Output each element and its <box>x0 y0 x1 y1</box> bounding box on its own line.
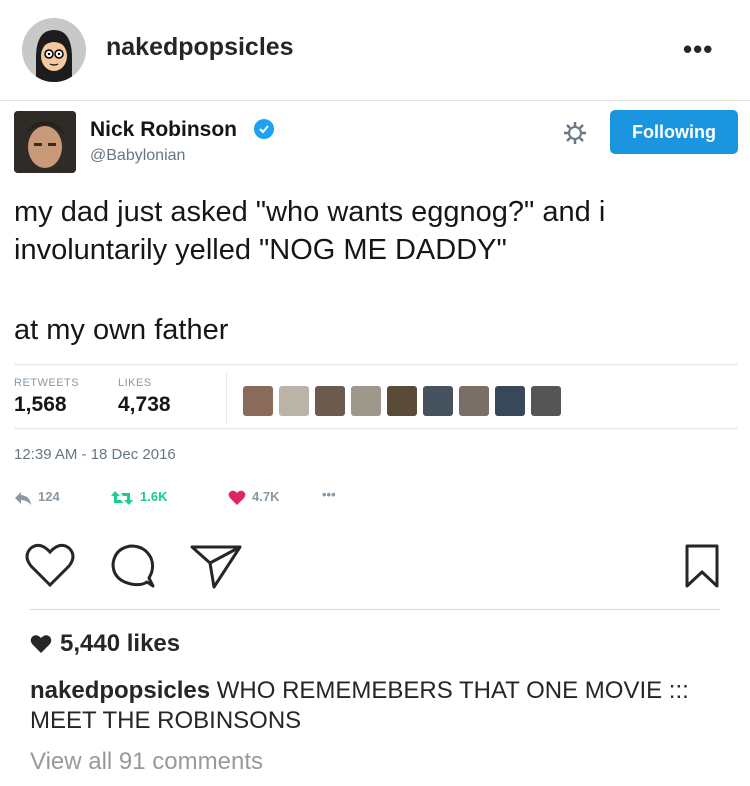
liker-avatar <box>351 386 381 416</box>
bookmark-icon[interactable] <box>684 544 720 593</box>
likes-value: 4,738 <box>118 393 171 416</box>
gear-icon <box>563 121 587 150</box>
retweets-value: 1,568 <box>14 393 67 416</box>
liker-avatar <box>243 386 273 416</box>
likes-stat: LIKES 4,738 <box>118 377 171 417</box>
tweet-timestamp: 12:39 AM - 18 Dec 2016 <box>14 446 176 463</box>
more-icon: ••• <box>322 487 336 502</box>
caption-username[interactable]: nakedpopsicles <box>30 677 210 704</box>
view-all-comments-link[interactable]: View all 91 comments <box>30 748 263 776</box>
retweets-stat: RETWEETS 1,568 <box>14 377 79 417</box>
post-username[interactable]: nakedpopsicles <box>106 33 294 62</box>
divider <box>14 428 738 429</box>
liker-avatar <box>423 386 453 416</box>
post-caption: nakedpopsicles WHO REMEMEBERS THAT ONE M… <box>30 676 720 736</box>
tweet-image: Nick Robinson @Babylonian Following my d… <box>0 100 750 519</box>
reply-icon <box>15 491 31 505</box>
likes-count[interactable]: 5,440 likes <box>30 630 180 658</box>
divider <box>14 364 738 365</box>
like-heart-icon[interactable] <box>25 542 75 593</box>
divider <box>226 373 227 423</box>
liker-avatar <box>495 386 525 416</box>
post-action-bar <box>0 520 750 610</box>
retweets-label: RETWEETS <box>14 377 80 389</box>
liker-avatar <box>315 386 345 416</box>
tweet-text: my dad just asked "who wants eggnog?" an… <box>14 196 606 266</box>
tweet-author-handle: @Babylonian <box>90 147 186 164</box>
tweet-author-avatar <box>14 111 76 173</box>
tweet-author-name: Nick Robinson <box>90 118 238 141</box>
tweet-text-second-paragraph: at my own father <box>14 314 229 346</box>
verified-badge-icon <box>254 119 274 139</box>
liker-avatar <box>387 386 417 416</box>
like-action: 4.7K <box>228 489 279 506</box>
following-button: Following <box>610 110 738 154</box>
comment-icon[interactable] <box>109 542 157 595</box>
liker-avatar <box>279 386 309 416</box>
retweet-count: 1.6K <box>140 489 168 504</box>
more-options-icon[interactable]: ••• <box>683 34 713 65</box>
liker-avatar <box>531 386 561 416</box>
share-icon[interactable] <box>190 544 242 595</box>
reply-count: 124 <box>38 489 60 504</box>
retweet-action: 1.6K <box>110 489 167 506</box>
post-header: nakedpopsicles ••• <box>0 0 750 100</box>
liker-avatar <box>459 386 489 416</box>
heart-icon <box>228 490 246 505</box>
like-count: 4.7K <box>252 489 280 504</box>
profile-avatar[interactable] <box>22 18 86 82</box>
retweet-icon <box>111 490 133 505</box>
likes-label: LIKES <box>118 377 152 389</box>
divider <box>30 609 720 610</box>
likes-text: 5,440 likes <box>60 630 181 657</box>
heart-icon <box>30 635 52 653</box>
reply-action: 124 <box>14 489 60 506</box>
